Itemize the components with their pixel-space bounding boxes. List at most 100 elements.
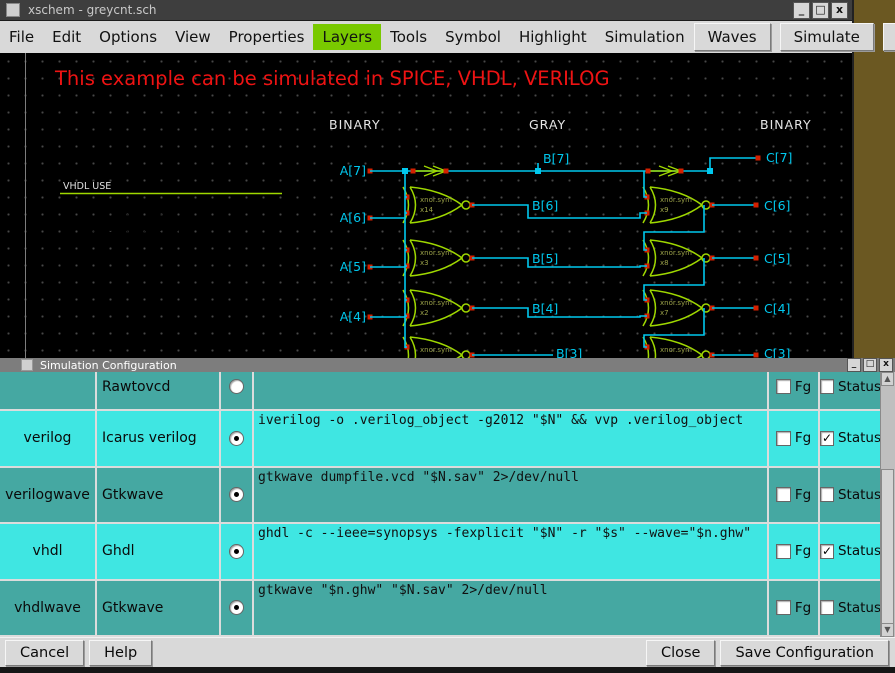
inverter-bubble-icon: [461, 303, 471, 313]
menu-edit[interactable]: Edit: [43, 24, 90, 50]
xnor-gate-left[interactable]: xnor.sym x3: [402, 239, 471, 277]
default-tool-radio[interactable]: [229, 379, 244, 394]
pin-marker: [443, 168, 449, 174]
gate-symbol-label: xnor.sym: [420, 299, 452, 307]
netlist-button[interactable]: Netlist: [882, 23, 895, 51]
scroll-up-icon[interactable]: ▲: [881, 372, 894, 386]
window-menu-icon[interactable]: [6, 3, 20, 17]
gate-shape: [649, 289, 657, 327]
menu-properties[interactable]: Properties: [220, 24, 314, 50]
row-command-input[interactable]: ghdl -c --ieee=synopsys -fexplicit "$N" …: [254, 524, 769, 581]
fg-checkbox[interactable]: [775, 379, 791, 394]
gate-instance-label: x8: [660, 259, 669, 267]
status-label: Status: [837, 379, 881, 395]
input-label: A[4]: [340, 309, 366, 324]
row-name: vhdlwave: [0, 580, 97, 637]
cancel-button[interactable]: Cancel: [5, 640, 85, 666]
status-checkbox[interactable]: [820, 379, 834, 394]
row-radio-cell: [221, 524, 254, 581]
menu-options[interactable]: Options: [90, 24, 166, 50]
default-tool-radio[interactable]: [229, 600, 244, 616]
fg-checkbox[interactable]: [775, 600, 791, 616]
wire-junction: [707, 168, 713, 174]
status-checkbox[interactable]: ✓: [820, 430, 834, 446]
row-fg-cell: Fg: [769, 467, 820, 524]
menu-simulation[interactable]: Simulation: [596, 24, 694, 50]
help-button[interactable]: Help: [89, 640, 153, 666]
row-status-cell: Status: [820, 467, 881, 524]
gray-wire[interactable]: [472, 257, 647, 268]
menu-symbol[interactable]: Symbol: [436, 24, 510, 50]
scroll-down-icon[interactable]: ▼: [881, 623, 894, 637]
dialog-titlebar[interactable]: Simulation Configuration _ □ x: [0, 358, 895, 373]
gray-wire[interactable]: [472, 307, 647, 318]
row-command-input[interactable]: iverilog -o .verilog_object -g2012 "$N" …: [254, 411, 769, 468]
menu-file[interactable]: File: [0, 24, 43, 50]
save-configuration-button[interactable]: Save Configuration: [720, 640, 889, 666]
pin-marker: [753, 352, 759, 358]
gray-wire[interactable]: [472, 204, 647, 219]
row-status-cell: ✓ Status: [820, 411, 881, 468]
row-command-input[interactable]: gtkwave dumpfile.vcd "$N.sav" 2>/dev/nul…: [254, 467, 769, 524]
menu-tools[interactable]: Tools: [381, 24, 436, 50]
vhdl-use-title: VHDL USE: [63, 181, 111, 192]
menu-layers[interactable]: Layers: [313, 24, 382, 50]
xnor-gate-right[interactable]: xnor.sym: [642, 336, 711, 358]
vertical-scrollbar[interactable]: ▲ ▼: [880, 372, 895, 637]
header-binary-right: BINARY: [760, 117, 812, 132]
row-name: verilog: [0, 411, 97, 468]
row-radio-cell: [221, 411, 254, 468]
close-button[interactable]: Close: [645, 640, 716, 666]
xnor-gate-right[interactable]: xnor.sym x9: [642, 186, 711, 224]
gate-shape: [409, 204, 463, 224]
row-radio-cell: [221, 580, 254, 637]
dialog-close-icon[interactable]: x: [879, 358, 893, 372]
row-name: verilogwave: [0, 467, 97, 524]
dialog-minimize-icon[interactable]: _: [847, 358, 861, 372]
wire-junction: [535, 168, 541, 174]
row-fg-cell: Fg: [769, 411, 820, 468]
status-checkbox[interactable]: [820, 487, 834, 503]
waves-button[interactable]: Waves: [693, 23, 771, 51]
status-label: Status: [837, 430, 881, 447]
close-icon[interactable]: x: [831, 1, 848, 19]
fg-label: Fg: [794, 599, 812, 616]
row-name: [0, 372, 97, 411]
desktop: xschem - greycnt.sch _ □ x File Edit Optio…: [0, 0, 895, 673]
default-tool-radio[interactable]: [229, 430, 244, 446]
fg-label: Fg: [794, 379, 812, 395]
xnor-gate-right[interactable]: xnor.sym x7: [642, 289, 711, 327]
menu-highlight[interactable]: Highlight: [510, 24, 596, 50]
simulate-button[interactable]: Simulate: [779, 23, 874, 51]
dialog-menu-icon[interactable]: [21, 359, 33, 371]
status-checkbox[interactable]: ✓: [820, 543, 834, 559]
row-tool-label: Gtkwave: [97, 467, 221, 524]
menu-view[interactable]: View: [166, 24, 220, 50]
feedback-wire[interactable]: [643, 205, 705, 251]
row-command-input[interactable]: [254, 372, 769, 411]
status-checkbox[interactable]: [820, 600, 834, 616]
default-tool-radio[interactable]: [229, 543, 244, 559]
scrollbar-thumb[interactable]: [881, 469, 894, 624]
gate-shape: [649, 307, 703, 327]
wire[interactable]: [709, 157, 760, 171]
output-label: C[3]: [764, 346, 790, 358]
xnor-gate-right[interactable]: xnor.sym x8: [642, 239, 711, 277]
xnor-gate-left[interactable]: xnor.sym x2: [402, 289, 471, 327]
xnor-gate-left[interactable]: xnor.sym x14: [402, 186, 471, 224]
xschem-titlebar[interactable]: xschem - greycnt.sch _ □ x: [0, 0, 852, 21]
row-fg-cell: Fg: [769, 580, 820, 637]
maximize-icon[interactable]: □: [812, 1, 829, 19]
minimize-icon[interactable]: _: [793, 1, 810, 19]
gate-instance-label: x2: [420, 309, 429, 317]
fg-checkbox[interactable]: [775, 487, 791, 503]
row-tool-label: Rawtovcd: [97, 372, 221, 411]
row-command-input[interactable]: gtkwave "$n.ghw" "$N.sav" 2>/dev/null: [254, 580, 769, 637]
input-label: A[5]: [340, 259, 366, 274]
xnor-gate-left[interactable]: xnor.sym: [402, 336, 471, 358]
fg-checkbox[interactable]: [775, 430, 791, 446]
fg-checkbox[interactable]: [775, 543, 791, 559]
schematic-canvas[interactable]: This example can be simulated in SPICE, …: [0, 53, 852, 358]
dialog-maximize-icon[interactable]: □: [863, 358, 877, 372]
default-tool-radio[interactable]: [229, 487, 244, 503]
